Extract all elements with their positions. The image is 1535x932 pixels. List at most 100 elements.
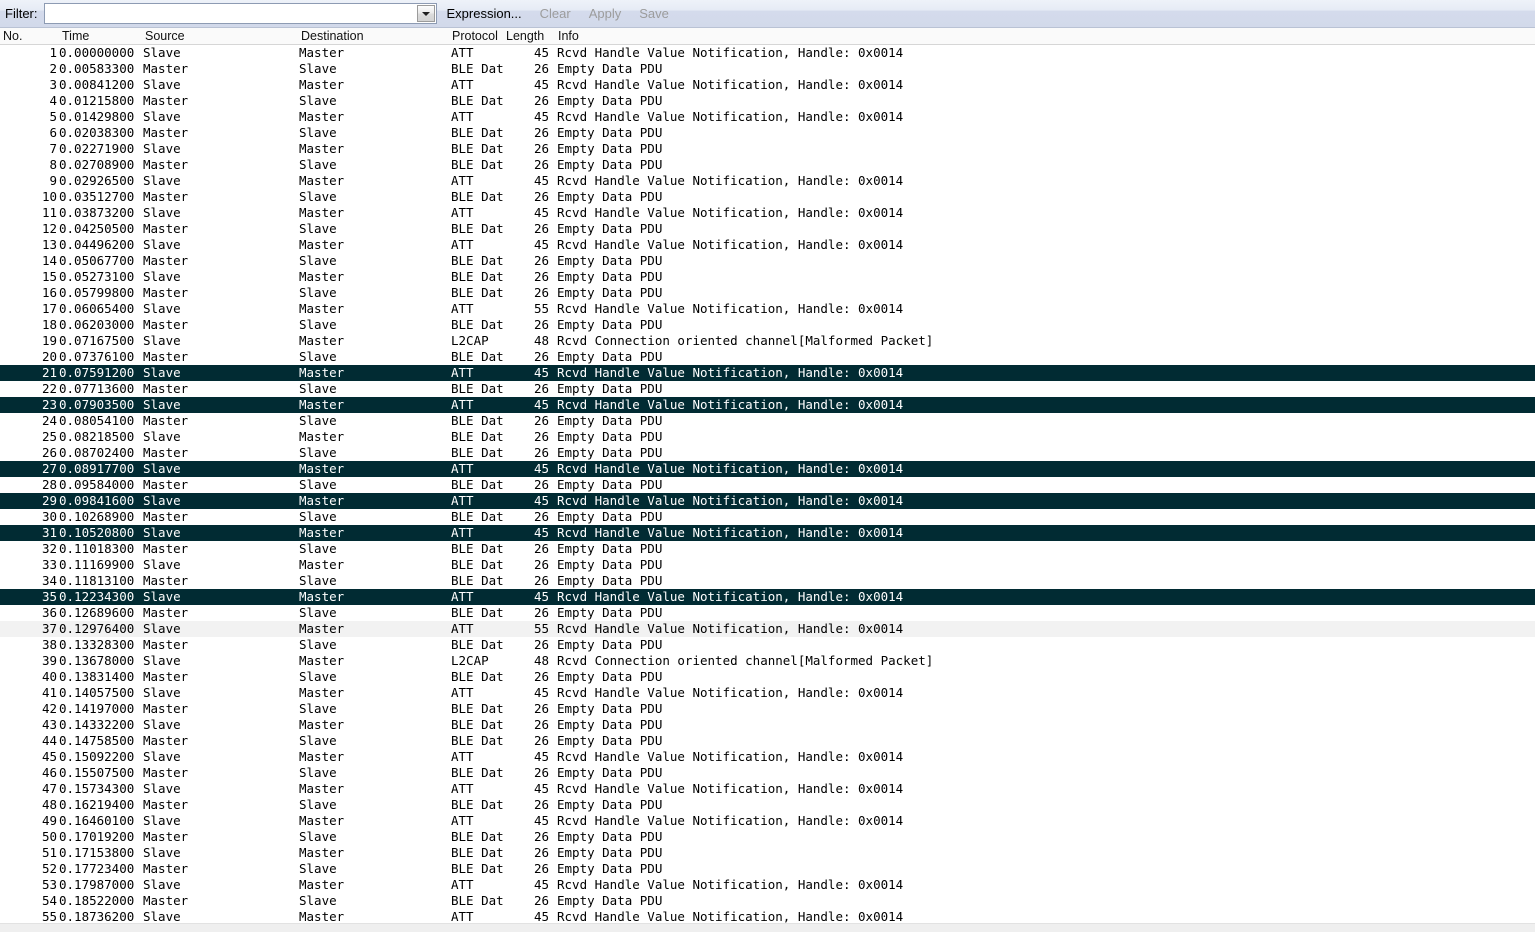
packet-cell-src: Slave — [143, 781, 181, 796]
packet-row[interactable]: 49 0.16460100 Slave Master ATT 45 Rcvd Handle … — [0, 813, 1535, 829]
packet-row[interactable]: 22 0.07713600 Master Slave BLE Dat 26 Empty Da… — [0, 381, 1535, 397]
packet-row[interactable]: 42 0.14197000 Master Slave BLE Dat 26 Empty Da… — [0, 701, 1535, 717]
packet-row[interactable]: 6 0.02038300 Master Slave BLE Dat 26 Empty Dat… — [0, 125, 1535, 141]
packet-cell-dst: Slave — [299, 573, 337, 588]
packet-row[interactable]: 34 0.11813100 Master Slave BLE Dat 26 Empty Da… — [0, 573, 1535, 589]
packet-cell-proto: BLE Dat — [451, 125, 504, 140]
packet-row[interactable]: 52 0.17723400 Master Slave BLE Dat 26 Empty Da… — [0, 861, 1535, 877]
packet-row[interactable]: 21 0.07591200 Slave Master ATT 45 Rcvd Handle … — [0, 365, 1535, 381]
packet-row[interactable]: 54 0.18522000 Master Slave BLE Dat 26 Empty Da… — [0, 893, 1535, 909]
packet-row[interactable]: 17 0.06065400 Slave Master ATT 55 Rcvd Handle … — [0, 301, 1535, 317]
packet-cell-time: 0.13328300 — [59, 637, 135, 652]
packet-cell-time: 0.13678000 — [59, 653, 135, 668]
packet-row[interactable]: 14 0.05067700 Master Slave BLE Dat 26 Empty Da… — [0, 253, 1535, 269]
packet-row[interactable]: 19 0.07167500 Slave Master L2CAP 48 Rcvd Conne… — [0, 333, 1535, 349]
packet-row[interactable]: 39 0.13678000 Slave Master L2CAP 48 Rcvd Conne… — [0, 653, 1535, 669]
packet-row[interactable]: 48 0.16219400 Master Slave BLE Dat 26 Empty Da… — [0, 797, 1535, 813]
packet-row[interactable]: 16 0.05799800 Master Slave BLE Dat 26 Empty Da… — [0, 285, 1535, 301]
packet-cell-proto: BLE Dat — [451, 221, 504, 236]
packet-row[interactable]: 31 0.10520800 Slave Master ATT 45 Rcvd Handle … — [0, 525, 1535, 541]
packet-row[interactable]: 15 0.05273100 Slave Master BLE Dat 26 Empty Da… — [0, 269, 1535, 285]
packet-cell-no: 28 — [41, 477, 57, 492]
packet-row[interactable]: 43 0.14332200 Slave Master BLE Dat 26 Empty Da… — [0, 717, 1535, 733]
packet-cell-info: Rcvd Handle Value Notification, Handle: … — [557, 525, 904, 540]
packet-row[interactable]: 18 0.06203000 Master Slave BLE Dat 26 Empty Da… — [0, 317, 1535, 333]
packet-row[interactable]: 23 0.07903500 Slave Master ATT 45 Rcvd Handle … — [0, 397, 1535, 413]
packet-row[interactable]: 8 0.02708900 Master Slave BLE Dat 26 Empty Dat… — [0, 157, 1535, 173]
column-header-length[interactable]: Length — [506, 29, 544, 43]
packet-row[interactable]: 47 0.15734300 Slave Master ATT 45 Rcvd Handle … — [0, 781, 1535, 797]
packet-row[interactable]: 9 0.02926500 Slave Master ATT 45 Rcvd Handle V… — [0, 173, 1535, 189]
apply-button[interactable]: Apply — [580, 6, 631, 21]
packet-cell-src: Master — [143, 125, 189, 140]
packet-cell-no: 52 — [41, 861, 57, 876]
packet-row[interactable]: 45 0.15092200 Slave Master ATT 45 Rcvd Handle … — [0, 749, 1535, 765]
expression-button[interactable]: Expression... — [444, 6, 531, 21]
packet-row[interactable]: 35 0.12234300 Slave Master ATT 45 Rcvd Handle … — [0, 589, 1535, 605]
packet-cell-no: 13 — [41, 237, 57, 252]
packet-cell-src: Slave — [143, 77, 181, 92]
packet-row[interactable]: 50 0.17019200 Master Slave BLE Dat 26 Empty Da… — [0, 829, 1535, 845]
packet-cell-dst: Master — [299, 493, 345, 508]
packet-row[interactable]: 3 0.00841200 Slave Master ATT 45 Rcvd Handle V… — [0, 77, 1535, 93]
filter-input[interactable] — [46, 5, 417, 22]
packet-row[interactable]: 38 0.13328300 Master Slave BLE Dat 26 Empty Da… — [0, 637, 1535, 653]
packet-row[interactable]: 24 0.08054100 Master Slave BLE Dat 26 Empty Da… — [0, 413, 1535, 429]
packet-cell-src: Slave — [143, 237, 181, 252]
packet-row[interactable]: 30 0.10268900 Master Slave BLE Dat 26 Empty Da… — [0, 509, 1535, 525]
packet-row[interactable]: 5 0.01429800 Slave Master ATT 45 Rcvd Handle V… — [0, 109, 1535, 125]
packet-row[interactable]: 7 0.02271900 Slave Master BLE Dat 26 Empty Dat… — [0, 141, 1535, 157]
packet-cell-src: Slave — [143, 365, 181, 380]
packet-cell-info: Empty Data PDU — [557, 829, 663, 844]
packet-row[interactable]: 4 0.01215800 Master Slave BLE Dat 26 Empty Dat… — [0, 93, 1535, 109]
packet-row[interactable]: 36 0.12689600 Master Slave BLE Dat 26 Empty Da… — [0, 605, 1535, 621]
packet-row[interactable]: 33 0.11169900 Slave Master BLE Dat 26 Empty Da… — [0, 557, 1535, 573]
column-header-destination[interactable]: Destination — [301, 29, 364, 43]
packet-cell-dst: Master — [299, 237, 345, 252]
packet-cell-no: 21 — [41, 365, 57, 380]
save-button[interactable]: Save — [630, 6, 678, 21]
filter-combobox[interactable] — [43, 3, 437, 24]
clear-button[interactable]: Clear — [531, 6, 580, 21]
packet-row[interactable]: 25 0.08218500 Slave Master BLE Dat 26 Empty Da… — [0, 429, 1535, 445]
packet-row[interactable]: 46 0.15507500 Master Slave BLE Dat 26 Empty Da… — [0, 765, 1535, 781]
packet-cell-info: Rcvd Handle Value Notification, Handle: … — [557, 781, 904, 796]
packet-row[interactable]: 40 0.13831400 Master Slave BLE Dat 26 Empty Da… — [0, 669, 1535, 685]
packet-cell-time: 0.07376100 — [59, 349, 135, 364]
packet-row[interactable]: 26 0.08702400 Master Slave BLE Dat 26 Empty Da… — [0, 445, 1535, 461]
packet-row[interactable]: 13 0.04496200 Slave Master ATT 45 Rcvd Handle … — [0, 237, 1535, 253]
packet-cell-len: 45 — [533, 909, 549, 923]
packet-cell-src: Slave — [143, 877, 181, 892]
packet-row[interactable]: 53 0.17987000 Slave Master ATT 45 Rcvd Handle … — [0, 877, 1535, 893]
packet-cell-no: 41 — [41, 685, 57, 700]
column-header-time[interactable]: Time — [62, 29, 89, 43]
packet-cell-no: 24 — [41, 413, 57, 428]
packet-row[interactable]: 11 0.03873200 Slave Master ATT 45 Rcvd Handle … — [0, 205, 1535, 221]
packet-row[interactable]: 12 0.04250500 Master Slave BLE Dat 26 Empty Da… — [0, 221, 1535, 237]
packet-cell-proto: ATT — [451, 205, 474, 220]
column-header-info[interactable]: Info — [558, 29, 579, 43]
chevron-down-icon[interactable] — [416, 5, 435, 22]
column-header-protocol[interactable]: Protocol — [452, 29, 498, 43]
packet-row[interactable]: 51 0.17153800 Slave Master BLE Dat 26 Empty Da… — [0, 845, 1535, 861]
packet-row[interactable]: 29 0.09841600 Slave Master ATT 45 Rcvd Handle … — [0, 493, 1535, 509]
packet-cell-len: 26 — [533, 221, 549, 236]
packet-row[interactable]: 27 0.08917700 Slave Master ATT 45 Rcvd Handle … — [0, 461, 1535, 477]
packet-row[interactable]: 37 0.12976400 Slave Master ATT 55 Rcvd Handle … — [0, 621, 1535, 637]
packet-cell-dst: Master — [299, 205, 345, 220]
packet-row[interactable]: 32 0.11018300 Master Slave BLE Dat 26 Empty Da… — [0, 541, 1535, 557]
packet-cell-info: Rcvd Handle Value Notification, Handle: … — [557, 109, 904, 124]
packet-list[interactable]: 1 0.00000000 Slave Master ATT 45 Rcvd Handle V… — [0, 45, 1535, 923]
packet-row[interactable]: 10 0.03512700 Master Slave BLE Dat 26 Empty Da… — [0, 189, 1535, 205]
packet-row[interactable]: 44 0.14758500 Master Slave BLE Dat 26 Empty Da… — [0, 733, 1535, 749]
column-header-no[interactable]: No. — [3, 29, 22, 43]
packet-cell-src: Slave — [143, 717, 181, 732]
packet-row[interactable]: 55 0.18736200 Slave Master ATT 45 Rcvd Handle … — [0, 909, 1535, 923]
packet-row[interactable]: 28 0.09584000 Master Slave BLE Dat 26 Empty Da… — [0, 477, 1535, 493]
packet-cell-dst: Slave — [299, 413, 337, 428]
packet-row[interactable]: 2 0.00583300 Master Slave BLE Dat 26 Empty Dat… — [0, 61, 1535, 77]
packet-row[interactable]: 20 0.07376100 Master Slave BLE Dat 26 Empty Da… — [0, 349, 1535, 365]
column-header-source[interactable]: Source — [145, 29, 185, 43]
packet-row[interactable]: 41 0.14057500 Slave Master ATT 45 Rcvd Handle … — [0, 685, 1535, 701]
packet-row[interactable]: 1 0.00000000 Slave Master ATT 45 Rcvd Handle V… — [0, 45, 1535, 61]
